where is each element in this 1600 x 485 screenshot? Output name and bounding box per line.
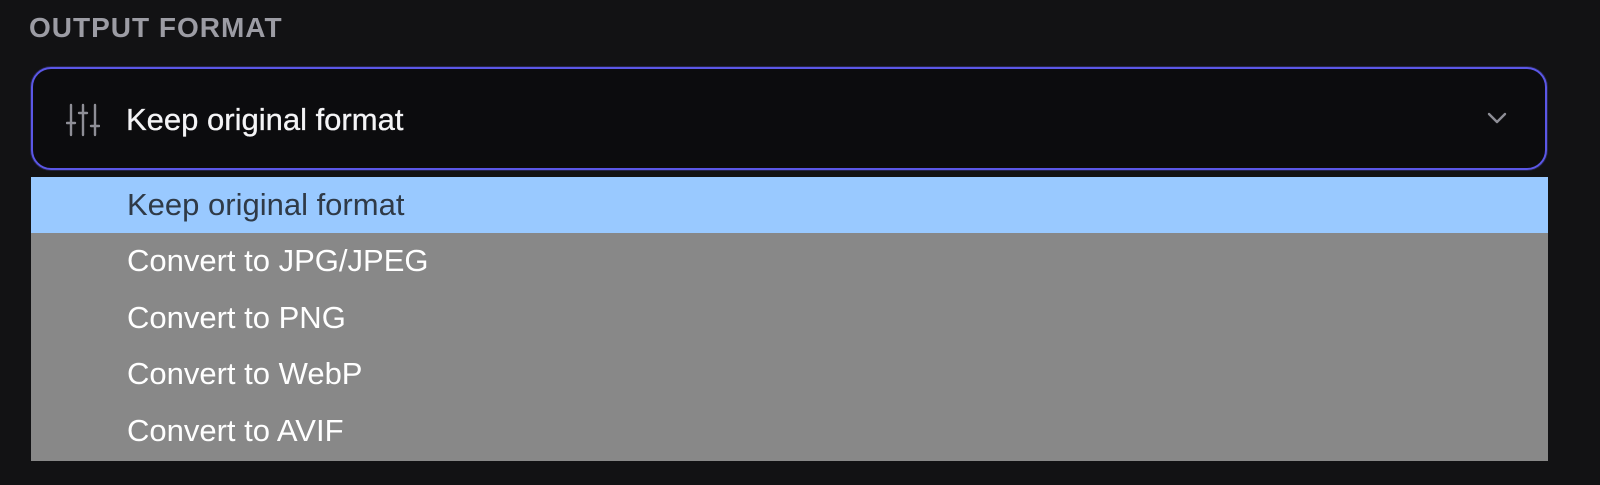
output-format-label: OUTPUT FORMAT	[29, 12, 283, 43]
option-keep-original-format[interactable]: Keep original format	[31, 177, 1548, 234]
selected-value: Keep original format	[126, 102, 404, 137]
output-format-dropdown-list: Keep original format Convert to JPG/JPEG…	[31, 177, 1548, 461]
sliders-icon	[65, 102, 101, 138]
chevron-down-icon[interactable]	[1487, 111, 1507, 124]
output-format-select[interactable]: Keep original format	[31, 67, 1547, 170]
option-convert-to-avif[interactable]: Convert to AVIF	[31, 403, 1548, 459]
option-convert-to-webp[interactable]: Convert to WebP	[31, 346, 1548, 402]
option-convert-to-jpg[interactable]: Convert to JPG/JPEG	[31, 233, 1548, 289]
option-convert-to-png[interactable]: Convert to PNG	[31, 290, 1548, 346]
